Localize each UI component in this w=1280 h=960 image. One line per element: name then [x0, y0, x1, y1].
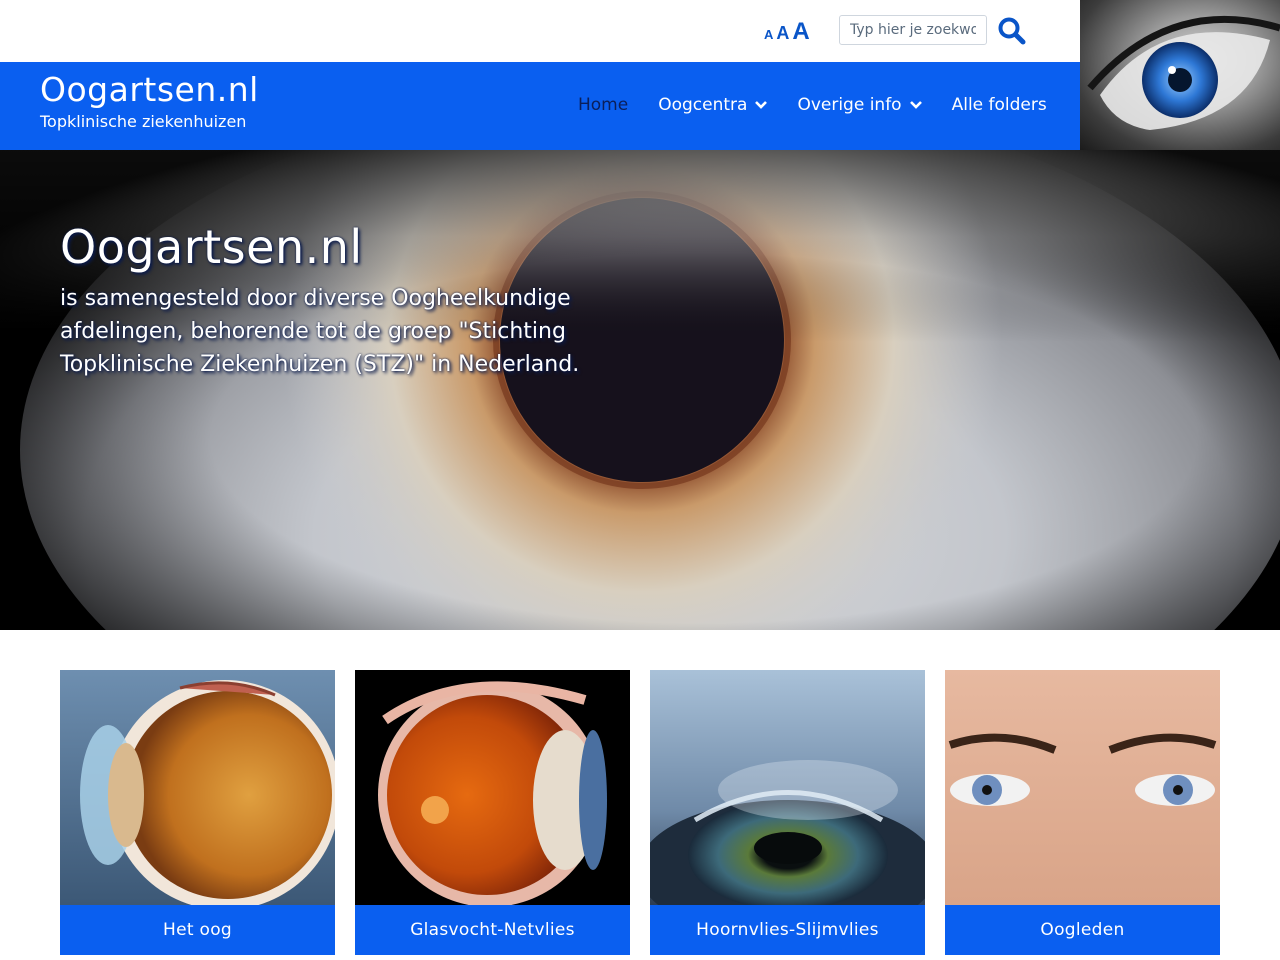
card-image-oogleden — [945, 670, 1220, 905]
card-hoornvlies-slijmvlies[interactable]: Hoornvlies-Slijmvlies — [650, 670, 925, 955]
hero-title: Oogartsen.nl — [60, 220, 363, 274]
nav-oogcentra[interactable]: Oogcentra — [658, 95, 768, 115]
card-image-het-oog — [60, 670, 335, 905]
nav-home-label: Home — [578, 95, 629, 115]
card-oogleden[interactable]: Oogleden — [945, 670, 1220, 955]
card-label: Hoornvlies-Slijmvlies — [650, 905, 925, 955]
site-brand[interactable]: Oogartsen.nl Topklinische ziekenhuizen — [40, 70, 259, 132]
card-glasvocht-netvlies[interactable]: Glasvocht-Netvlies — [355, 670, 630, 955]
font-size-large-button[interactable]: A — [792, 18, 809, 46]
topic-cards: Het oog Glasvocht-Netvlies Hoornvlies-Sl… — [60, 670, 1220, 955]
hero-banner: Oogartsen.nl is samengesteld door divers… — [0, 150, 1280, 630]
site-subtitle: Topklinische ziekenhuizen — [40, 112, 247, 131]
card-image-hoornvlies-slijmvlies — [650, 670, 925, 905]
main-nav: Home Oogcentra Overige info Alle folders — [578, 95, 1077, 115]
card-het-oog[interactable]: Het oog — [60, 670, 335, 955]
nav-overige-info[interactable]: Overige info — [797, 95, 922, 115]
search-input[interactable] — [839, 15, 987, 45]
card-image-glasvocht-netvlies — [355, 670, 630, 905]
card-label: Oogleden — [945, 905, 1220, 955]
nav-alle-folders-label: Alle folders — [951, 95, 1047, 115]
chevron-down-icon — [909, 101, 922, 109]
header-eye-photo — [1080, 0, 1280, 150]
font-size-small-button[interactable]: A — [764, 27, 773, 42]
nav-home[interactable]: Home — [578, 95, 628, 115]
site-header: Oogartsen.nl Topklinische ziekenhuizen H… — [0, 62, 1080, 150]
top-utility-bar: A A A — [0, 0, 1080, 62]
nav-oogcentra-label: Oogcentra — [658, 95, 748, 115]
search-button[interactable] — [997, 16, 1029, 48]
card-label: Glasvocht-Netvlies — [355, 905, 630, 955]
chevron-down-icon — [755, 101, 768, 109]
search-icon — [998, 17, 1026, 45]
site-title: Oogartsen.nl — [40, 70, 259, 109]
font-size-switcher: A A A — [764, 18, 810, 46]
hero-text: is samengesteld door diverse Oogheelkund… — [60, 286, 580, 377]
font-size-medium-button[interactable]: A — [776, 23, 789, 44]
nav-alle-folders[interactable]: Alle folders — [952, 95, 1047, 115]
nav-overige-info-label: Overige info — [797, 95, 902, 115]
card-label: Het oog — [60, 905, 335, 955]
